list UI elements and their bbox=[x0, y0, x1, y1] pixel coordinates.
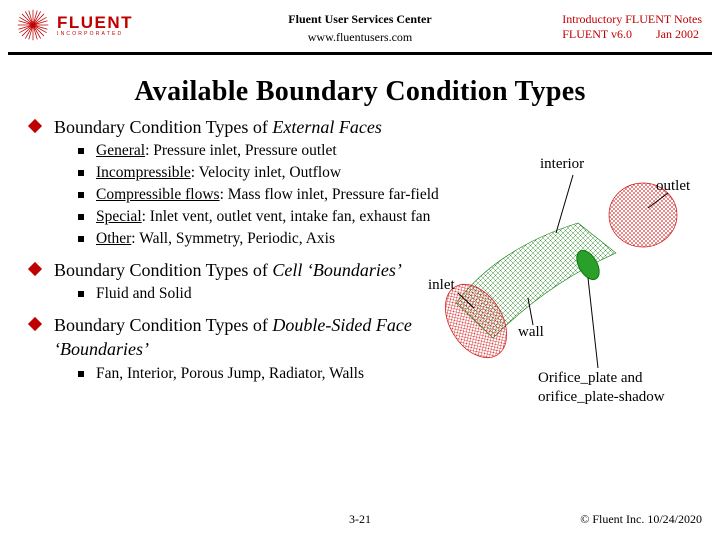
section-heading: Boundary Condition Types of External Fac… bbox=[30, 115, 690, 139]
square-bullet-icon bbox=[78, 214, 84, 220]
diamond-bullet-icon bbox=[28, 262, 42, 276]
section-heading: Boundary Condition Types of Double-Sided… bbox=[30, 313, 430, 362]
list-item: Fluid and Solid bbox=[78, 284, 440, 305]
diamond-bullet-icon bbox=[28, 317, 42, 331]
list-item: Compressible flows: Mass flow inlet, Pre… bbox=[78, 185, 440, 206]
item-text: : Pressure inlet, Pressure outlet bbox=[145, 142, 337, 159]
list-item: Fan, Interior, Porous Jump, Radiator, Wa… bbox=[78, 364, 440, 385]
heading-prefix: Boundary Condition Types of bbox=[54, 315, 272, 335]
item-text: : Inlet vent, outlet vent, intake fan, e… bbox=[142, 208, 431, 225]
item-label: Other bbox=[96, 230, 131, 247]
content-area: Boundary Condition Types of External Fac… bbox=[30, 115, 690, 500]
slide-root: FLUENT INCORPORATED Fluent User Services… bbox=[0, 0, 720, 540]
label-interior: interior bbox=[540, 156, 584, 173]
header-right-line1: Introductory FLUENT Notes bbox=[562, 12, 702, 27]
header-right: Introductory FLUENT Notes FLUENT v6.0 Ja… bbox=[562, 12, 702, 42]
header-divider bbox=[8, 52, 712, 55]
copyright: © Fluent Inc. 10/24/2020 bbox=[580, 512, 702, 527]
label-outlet: outlet bbox=[656, 178, 690, 195]
figure-elbow-pipe: interior outlet inlet wall Orifice_plate… bbox=[438, 153, 696, 418]
list-item: Other: Wall, Symmetry, Periodic, Axis bbox=[78, 229, 440, 250]
diamond-bullet-icon bbox=[28, 119, 42, 133]
item-text: Fan, Interior, Porous Jump, Radiator, Wa… bbox=[96, 365, 364, 382]
square-bullet-icon bbox=[78, 236, 84, 242]
item-label: Incompressible bbox=[96, 164, 191, 181]
heading-italic: External Faces bbox=[272, 117, 381, 137]
square-bullet-icon bbox=[78, 291, 84, 297]
item-label: Compressible flows bbox=[96, 186, 220, 203]
slide-footer: 3-21 © Fluent Inc. 10/24/2020 bbox=[0, 512, 720, 532]
list-item: Special: Inlet vent, outlet vent, intake… bbox=[78, 207, 440, 228]
header-version: FLUENT v6.0 bbox=[562, 27, 632, 42]
square-bullet-icon bbox=[78, 170, 84, 176]
square-bullet-icon bbox=[78, 371, 84, 377]
square-bullet-icon bbox=[78, 148, 84, 154]
square-bullet-icon bbox=[78, 192, 84, 198]
item-text: : Mass flow inlet, Pressure far-field bbox=[220, 186, 439, 203]
slide-header: FLUENT INCORPORATED Fluent User Services… bbox=[0, 0, 720, 58]
item-label: General bbox=[96, 142, 145, 159]
label-wall: wall bbox=[518, 324, 544, 341]
sub-list: Fan, Interior, Porous Jump, Radiator, Wa… bbox=[78, 364, 440, 385]
label-inlet: inlet bbox=[428, 277, 455, 294]
list-item: Incompressible: Velocity inlet, Outflow bbox=[78, 163, 440, 184]
header-right-line2: FLUENT v6.0 Jan 2002 bbox=[562, 27, 702, 42]
item-text: Fluid and Solid bbox=[96, 285, 192, 302]
heading-prefix: Boundary Condition Types of bbox=[54, 117, 272, 137]
heading-prefix: Boundary Condition Types of bbox=[54, 260, 272, 280]
sub-list: Fluid and Solid bbox=[78, 284, 440, 305]
label-orifice: Orifice_plate and orifice_plate-shadow bbox=[538, 369, 688, 407]
item-text: : Velocity inlet, Outflow bbox=[191, 164, 341, 181]
item-label: Special bbox=[96, 208, 142, 225]
heading-italic: Cell ‘Boundaries’ bbox=[272, 260, 401, 280]
header-date: Jan 2002 bbox=[656, 27, 699, 42]
list-item: General: Pressure inlet, Pressure outlet bbox=[78, 141, 440, 162]
slide-title: Available Boundary Condition Types bbox=[0, 76, 720, 108]
section-heading: Boundary Condition Types of Cell ‘Bounda… bbox=[30, 258, 430, 282]
sub-list: General: Pressure inlet, Pressure outlet… bbox=[78, 141, 440, 250]
item-text: : Wall, Symmetry, Periodic, Axis bbox=[131, 230, 335, 247]
